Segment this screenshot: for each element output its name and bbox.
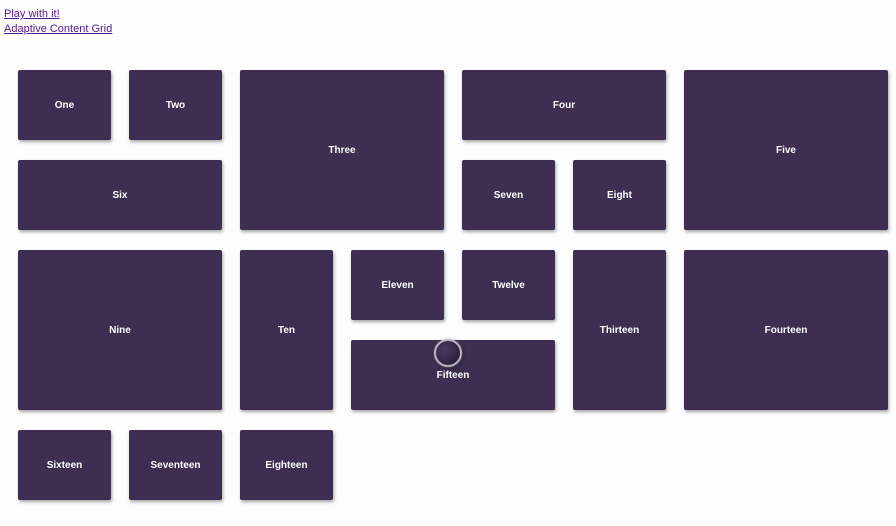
- grid-tile[interactable]: Sixteen: [18, 430, 111, 500]
- grid-tile[interactable]: Thirteen: [573, 250, 666, 410]
- grid-tile[interactable]: Eleven: [351, 250, 444, 320]
- grid-tile[interactable]: Fifteen: [351, 340, 555, 410]
- grid-tile[interactable]: Seven: [462, 160, 555, 230]
- grid-tile[interactable]: Four: [462, 70, 666, 140]
- grid-tile[interactable]: Ten: [240, 250, 333, 410]
- grid-tile[interactable]: One: [18, 70, 111, 140]
- grid-tile[interactable]: Six: [18, 160, 222, 230]
- grid-tile[interactable]: Eight: [573, 160, 666, 230]
- grid-tile[interactable]: Nine: [18, 250, 222, 410]
- page-title[interactable]: Adaptive Content Grid: [4, 23, 892, 35]
- play-with-it-link[interactable]: Play with it!: [4, 8, 60, 20]
- content-grid: One Two Three Four Five Six Seven Eight NineTen E…: [4, 35, 892, 526]
- grid-tile[interactable]: Three: [240, 70, 444, 230]
- grid-tile[interactable]: Eighteen: [240, 430, 333, 500]
- grid-tile[interactable]: Two: [129, 70, 222, 140]
- grid-tile[interactable]: Twelve: [462, 250, 555, 320]
- grid-tile[interactable]: Seventeen: [129, 430, 222, 500]
- grid-tile[interactable]: Five: [684, 70, 888, 230]
- grid-tile[interactable]: Fourteen: [684, 250, 888, 410]
